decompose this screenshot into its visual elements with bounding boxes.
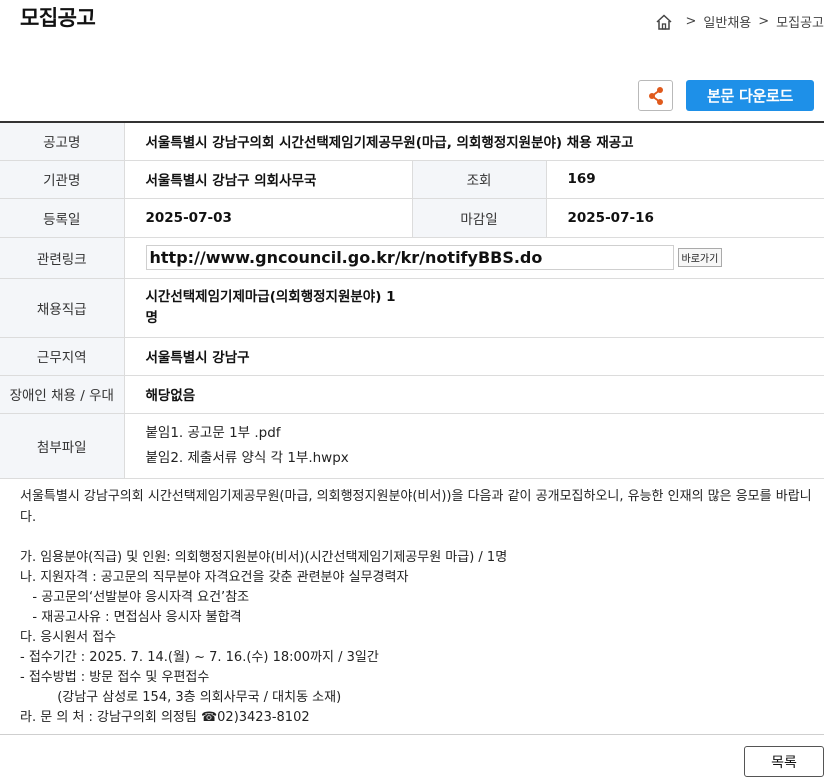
attachments-label: 첨부파일 [0,413,125,479]
body-line: (강남구 삼성로 154, 3층 의회사무국 / 대치동 소재) [20,690,342,705]
views-value: 169 [546,160,824,199]
disability-label: 장애인 채용 / 우대 [0,375,125,414]
notice-info-table: 공고명 서울특별시 강남구의회 시간선택제임기제공무원(마급, 의회행정지원분야… [0,121,824,479]
attachment-link[interactable]: 붙임1. 공고문 1부 .pdf [146,421,824,446]
disability-value: 해당없음 [124,375,824,414]
agency-value: 서울특별시 강남구 의회사무국 [124,160,412,199]
body-line: 다. 응시원서 접수 [20,630,117,645]
location-value: 서울특별시 강남구 [124,337,824,376]
home-icon[interactable] [655,13,673,31]
notice-body: 서울특별시 강남구의회 시간선택제임기제공무원(마급, 의회행정지원분야(비서)… [20,486,815,728]
table-row: 첨부파일 붙임1. 공고문 1부 .pdf 붙임2. 제출서류 양식 각 1부.… [0,413,824,479]
body-line: 나. 지원자격 : 공고문의 직무분야 자격요건을 갖춘 관련분야 실무경력자 [20,570,409,585]
notice-intro: 서울특별시 강남구의회 시간선택제임기제공무원(마급, 의회행정지원분야(비서)… [20,489,812,525]
list-button[interactable]: 목록 [744,746,824,777]
table-row: 관련링크 http://www.gncouncil.go.kr/kr/notif… [0,237,824,279]
body-line: - 접수기간 : 2025. 7. 14.(월) ~ 7. 16.(수) 18:… [20,650,379,665]
table-row: 장애인 채용 / 우대 해당없음 [0,375,824,414]
location-label: 근무지역 [0,337,125,376]
share-button[interactable] [638,80,673,111]
share-icon [648,86,663,105]
table-row: 근무지역 서울특별시 강남구 [0,337,824,376]
registered-label: 등록일 [0,198,125,238]
related-link-field[interactable]: http://www.gncouncil.go.kr/kr/notifyBBS.… [145,245,674,270]
notice-value: 서울특별시 강남구의회 시간선택제임기제공무원(마급, 의회행정지원분야) 채용… [124,122,824,161]
position-label: 채용직급 [0,278,125,338]
table-row: 공고명 서울특별시 강남구의회 시간선택제임기제공무원(마급, 의회행정지원분야… [0,122,824,161]
table-row: 채용직급 시간선택제임기제마급(의회행정지원분야) 1명 [0,278,824,338]
download-body-button[interactable]: 본문 다운로드 [686,80,814,111]
position-cell: 시간선택제임기제마급(의회행정지원분야) 1명 [124,278,824,338]
body-line: - 공고문의‘선발분야 응시자격 요건’참조 [20,590,250,605]
breadcrumb-separator: > [685,14,697,29]
registered-value: 2025-07-03 [124,198,412,238]
breadcrumb-item-recruitment[interactable]: 모집공고 [776,12,824,31]
goto-link-button[interactable]: 바로가기 [677,248,723,267]
body-line: - 접수방법 : 방문 접수 및 우편접수 [20,670,210,685]
body-line: 가. 임용분야(직급) 및 인원: 의회행정지원분야(비서)(시간선택제임기제공… [20,550,508,565]
breadcrumb-item-general-hiring[interactable]: 일반채용 [703,12,751,31]
agency-label: 기관명 [0,160,125,199]
position-value: 시간선택제임기제마급(의회행정지원분야) 1명 [145,288,396,326]
table-row: 기관명 서울특별시 강남구 의회사무국 조회 169 [0,160,824,199]
notice-label: 공고명 [0,122,125,161]
deadline-label: 마감일 [411,198,547,238]
body-line: 라. 문 의 처 : 강남구의회 의정팀 ☎02)3423-8102 [20,710,310,725]
breadcrumb-separator: > [758,14,770,29]
attachment-link[interactable]: 붙임2. 제출서류 양식 각 1부.hwpx [146,446,824,471]
body-line: - 재공고사유 : 면접심사 응시자 불합격 [20,610,242,625]
link-label: 관련링크 [0,237,125,279]
deadline-value: 2025-07-16 [546,198,824,238]
table-row: 등록일 2025-07-03 마감일 2025-07-16 [0,198,824,238]
link-cell: http://www.gncouncil.go.kr/kr/notifyBBS.… [124,237,824,279]
page-title: 모집공고 [20,6,96,30]
attachments-cell: 붙임1. 공고문 1부 .pdf 붙임2. 제출서류 양식 각 1부.hwpx [124,413,824,479]
divider [0,734,824,735]
breadcrumb: > 일반채용 > 모집공고 [655,12,824,31]
views-label: 조회 [411,160,547,199]
